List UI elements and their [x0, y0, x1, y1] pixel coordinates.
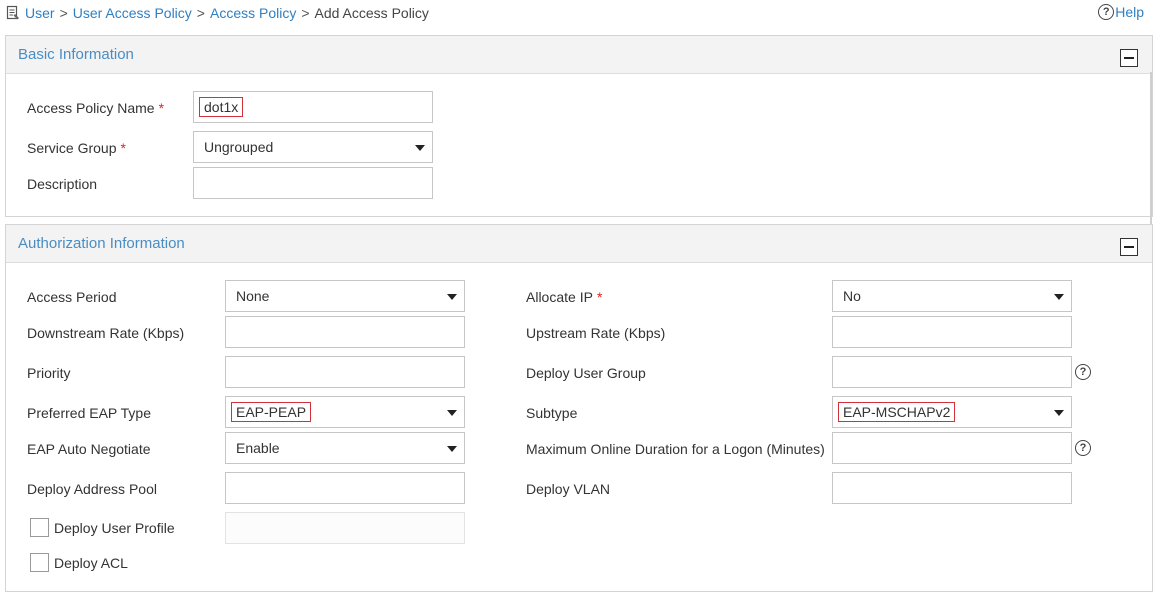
downstream-rate-input[interactable] — [225, 316, 465, 348]
help-label: Help — [1115, 4, 1144, 20]
deploy-user-profile-label: Deploy User Profile — [54, 520, 175, 536]
deploy-user-profile-input — [225, 512, 465, 544]
caret-down-icon — [415, 145, 425, 151]
preferred-eap-type-select[interactable]: EAP-PEAP — [225, 396, 465, 428]
required-mark: * — [158, 100, 165, 116]
priority-label: Priority — [27, 365, 71, 381]
question-circle-icon[interactable]: ? — [1075, 440, 1091, 456]
deploy-user-group-input[interactable] — [832, 356, 1072, 388]
caret-down-icon — [447, 410, 457, 416]
deploy-vlan-label: Deploy VLAN — [526, 481, 611, 497]
allocate-ip-select[interactable]: No — [832, 280, 1072, 312]
breadcrumb-current: Add Access Policy — [314, 5, 429, 21]
access-period-value: None — [236, 288, 270, 304]
deploy-user-profile-checkbox[interactable] — [30, 518, 49, 537]
subtype-value: EAP-MSCHAPv2 — [838, 402, 956, 422]
access-policy-name-input[interactable]: dot1x — [193, 91, 433, 123]
maximum-online-duration-input[interactable] — [832, 432, 1072, 464]
breadcrumb-separator: > — [59, 5, 68, 21]
document-icon — [6, 5, 19, 20]
access-policy-name-label: Access Policy Name * — [27, 100, 164, 116]
upstream-rate-input[interactable] — [832, 316, 1072, 348]
description-label: Description — [27, 176, 98, 192]
deploy-address-pool-input[interactable] — [225, 472, 465, 504]
collapse-authorization-information-button[interactable] — [1120, 238, 1138, 256]
allocate-ip-value: No — [843, 288, 861, 304]
deploy-address-pool-label: Deploy Address Pool — [27, 481, 157, 497]
collapse-basic-information-button[interactable] — [1120, 49, 1138, 67]
breadcrumb-user-link[interactable]: User — [25, 5, 55, 21]
access-period-label: Access Period — [27, 289, 117, 305]
basic-information-title: Basic Information — [18, 46, 134, 63]
caret-down-icon — [1054, 410, 1064, 416]
service-group-value: Ungrouped — [204, 139, 274, 155]
breadcrumb-user-access-policy-link[interactable]: User Access Policy — [73, 5, 192, 21]
caret-down-icon — [1054, 294, 1064, 300]
breadcrumb-access-policy-link[interactable]: Access Policy — [210, 5, 296, 21]
access-policy-name-value: dot1x — [199, 97, 244, 117]
preferred-eap-type-label: Preferred EAP Type — [27, 405, 151, 421]
breadcrumb-separator: > — [196, 5, 205, 21]
required-mark: * — [596, 289, 603, 305]
service-group-label: Service Group * — [27, 140, 126, 156]
description-input[interactable] — [193, 167, 433, 199]
basic-information-panel: Basic Information Access Policy Name * do… — [5, 35, 1153, 382]
subtype-select[interactable]: EAP-MSCHAPv2 — [832, 396, 1072, 428]
eap-auto-negotiate-label: EAP Auto Negotiate — [27, 441, 151, 457]
help-link[interactable]: ? Help — [1098, 4, 1144, 20]
upstream-rate-label: Upstream Rate (Kbps) — [526, 325, 666, 341]
maximum-online-duration-label: Maximum Online Duration for a Logon (Min… — [526, 441, 825, 457]
deploy-vlan-input[interactable] — [832, 472, 1072, 504]
priority-input[interactable] — [225, 356, 465, 388]
caret-down-icon — [447, 446, 457, 452]
breadcrumb: User > User Access Policy > Access Polic… — [5, 4, 429, 22]
breadcrumb-separator: > — [301, 5, 310, 21]
service-group-text: Service Group — [27, 140, 117, 156]
caret-down-icon — [447, 294, 457, 300]
authorization-information-panel: Authorization Information Access Period … — [5, 224, 1153, 592]
allocate-ip-text: Allocate IP — [526, 289, 593, 305]
deploy-user-group-label: Deploy User Group — [526, 365, 646, 381]
access-policy-name-text: Access Policy Name — [27, 100, 155, 116]
authorization-information-header: Authorization Information — [6, 225, 1152, 263]
deploy-acl-checkbox[interactable] — [30, 553, 49, 572]
subtype-label: Subtype — [526, 405, 578, 421]
question-circle-icon[interactable]: ? — [1075, 364, 1091, 380]
preferred-eap-type-value: EAP-PEAP — [231, 402, 312, 422]
basic-information-header: Basic Information — [6, 36, 1152, 74]
deploy-acl-label: Deploy ACL — [54, 555, 128, 571]
eap-auto-negotiate-value: Enable — [236, 440, 280, 456]
eap-auto-negotiate-select[interactable]: Enable — [225, 432, 465, 464]
access-period-select[interactable]: None — [225, 280, 465, 312]
service-group-select[interactable]: Ungrouped — [193, 131, 433, 163]
required-mark: * — [120, 140, 126, 156]
allocate-ip-label: Allocate IP * — [526, 289, 602, 305]
question-circle-icon: ? — [1098, 4, 1115, 20]
authorization-information-title: Authorization Information — [18, 235, 185, 252]
downstream-rate-label: Downstream Rate (Kbps) — [27, 325, 185, 341]
